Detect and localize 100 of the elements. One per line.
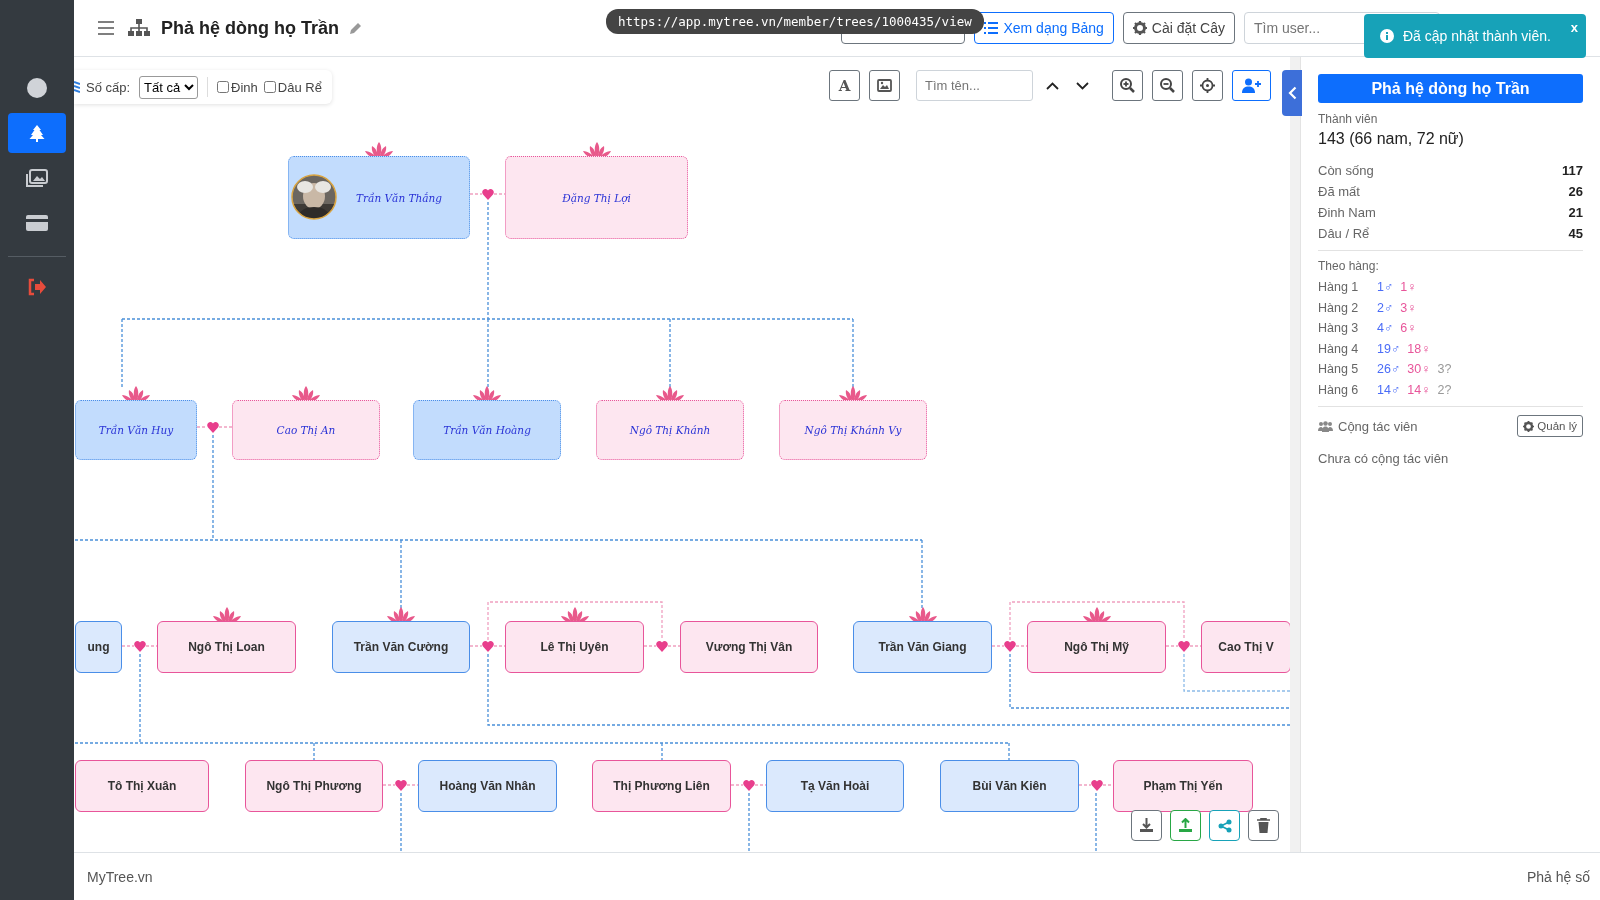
spouse-line: [469, 645, 483, 647]
person-name: Lê Thị Uyên: [540, 640, 609, 654]
person-card[interactable]: Ngô Thị Mỹ: [1027, 621, 1166, 673]
person-card[interactable]: Trần Văn Huy: [75, 400, 197, 460]
heart-icon: [207, 422, 219, 433]
pencil-icon[interactable]: [349, 21, 362, 35]
spouse-line: [1165, 645, 1179, 647]
zoom-button[interactable]: [1152, 70, 1183, 101]
person-card[interactable]: Phạm Thị Yến: [1113, 760, 1253, 812]
person-card[interactable]: Tô Thị Xuân: [75, 760, 209, 812]
lotus-icon: [654, 385, 686, 403]
person-card[interactable]: Ngô Thị Phương: [245, 760, 383, 812]
person-name: Cao Thị An: [276, 424, 336, 436]
collapse-panel-button[interactable]: [1282, 70, 1302, 116]
ranks-label: Theo hàng:: [1318, 259, 1380, 273]
members-label: Thành viên: [1318, 112, 1379, 126]
female-count: 6♀: [1400, 321, 1417, 336]
person-card[interactable]: Thị Phương Liên: [592, 760, 731, 812]
level-select[interactable]: Tất cả: [139, 75, 199, 99]
name-search-field[interactable]: Tìm tên...: [916, 70, 1033, 101]
person-card[interactable]: Vương Thị Vân: [680, 621, 818, 673]
spouse-line: [145, 645, 158, 647]
font-button[interactable]: A: [829, 70, 860, 101]
heart-icon: [395, 780, 407, 791]
checkbox-label: Đinh: [231, 79, 258, 95]
person-card[interactable]: ung: [75, 621, 122, 673]
person-card[interactable]: Trần Văn Cường: [332, 621, 470, 673]
center-button[interactable]: [1192, 70, 1223, 101]
menu-icon[interactable]: [98, 21, 114, 35]
lotus-icon: [1080, 606, 1113, 624]
rank-label: Hàng 5: [1318, 362, 1360, 377]
tree-name-button[interactable]: Phả hệ dòng họ Trần: [1318, 74, 1583, 103]
scrollbar[interactable]: [1290, 57, 1301, 852]
add-member-button[interactable]: [1232, 70, 1271, 101]
person-name: Vương Thị Vân: [705, 640, 793, 654]
spouse-line: [667, 645, 681, 647]
url-tooltip: https://app.mytree.vn/member/trees/1000435/view: [606, 9, 984, 34]
person-name: Trần Văn Giang: [878, 640, 967, 654]
level-label: Số cấp:: [86, 79, 131, 95]
unknown-count: 2?: [1437, 382, 1452, 397]
person-name: Tạ Văn Hoài: [800, 779, 870, 793]
person-name: Ngô Thị Khánh: [629, 424, 711, 436]
spouse-line: [1015, 645, 1028, 647]
tree-action-button[interactable]: [1170, 810, 1201, 841]
person-name: Phạm Thị Yến: [1143, 779, 1223, 793]
spouse-line: [469, 193, 483, 195]
person-card[interactable]: Bùi Văn Kiên: [940, 760, 1079, 812]
person-card[interactable]: Trần Văn Hoàng: [413, 400, 561, 460]
person-name: Trần Văn Huy: [98, 424, 174, 436]
spouse-line: [1078, 784, 1092, 786]
person-card[interactable]: Trần Văn Thắng: [288, 156, 470, 239]
stat-value: 21: [1568, 205, 1583, 220]
rank-label: Hàng 4: [1318, 341, 1360, 356]
person-card[interactable]: Cao Thị An: [232, 400, 380, 460]
tree-action-button[interactable]: [1248, 810, 1279, 841]
logout-icon: [27, 278, 47, 296]
person-card[interactable]: Tạ Văn Hoài: [766, 760, 904, 812]
tree-title: Phả hệ dòng họ Trần: [161, 17, 339, 39]
male-count: 26♂: [1377, 362, 1401, 377]
stat-value: 45: [1568, 226, 1583, 241]
heart-icon: [656, 641, 668, 652]
spouse-line: [1189, 645, 1202, 647]
header-button[interactable]: Xem dạng Bảng: [974, 12, 1114, 44]
female-count: 3♀: [1400, 300, 1417, 315]
zoom-out-icon: [1160, 78, 1175, 93]
trash-icon: [1257, 818, 1270, 833]
zoom-button[interactable]: [1112, 70, 1143, 101]
spouse-line: [382, 784, 396, 786]
checkbox[interactable]: [217, 81, 230, 93]
person-card[interactable]: Cao Thị V: [1201, 621, 1290, 673]
male-count: 2♂: [1377, 300, 1394, 315]
stat-value: 117: [1562, 163, 1583, 178]
person-card[interactable]: Ngô Thị Khánh: [596, 400, 744, 460]
layers-icon: [74, 80, 80, 94]
checkbox[interactable]: [263, 81, 276, 93]
person-name: Hoàng Văn Nhân: [439, 779, 536, 793]
lotus-icon: [471, 385, 503, 403]
spouse-line: [730, 784, 744, 786]
hierarchy-icon: [128, 19, 150, 37]
person-card[interactable]: Trần Văn Giang: [853, 621, 992, 673]
header-button[interactable]: Cài đặt Cây: [1122, 12, 1235, 44]
person-card[interactable]: Ngô Thị Loan: [157, 621, 296, 673]
avatar-icon: [27, 78, 47, 98]
person-card[interactable]: Đặng Thị Lợi: [505, 156, 688, 239]
settings-icon: [1132, 21, 1147, 35]
person-name: Bùi Văn Kiên: [972, 779, 1047, 793]
person-name: Trần Văn Hoàng: [443, 424, 531, 436]
person-card[interactable]: Ngô Thị Khánh Vy: [779, 400, 927, 460]
person-card[interactable]: Hoàng Văn Nhân: [418, 760, 557, 812]
male-count: 19♂: [1377, 341, 1401, 356]
spouse-line: [754, 784, 767, 786]
tree-action-button[interactable]: [1131, 810, 1162, 841]
person-card[interactable]: Lê Thị Uyên: [505, 621, 644, 673]
lotus-icon: [290, 385, 322, 403]
sidebar-item[interactable]: [8, 113, 66, 153]
spouse-line: [218, 426, 233, 428]
manage-button[interactable]: Quản lý: [1517, 415, 1583, 437]
stat-value: 26: [1568, 184, 1583, 199]
members-total: 143 (66 nam, 72 nữ): [1318, 130, 1465, 148]
image-button[interactable]: [869, 70, 900, 101]
